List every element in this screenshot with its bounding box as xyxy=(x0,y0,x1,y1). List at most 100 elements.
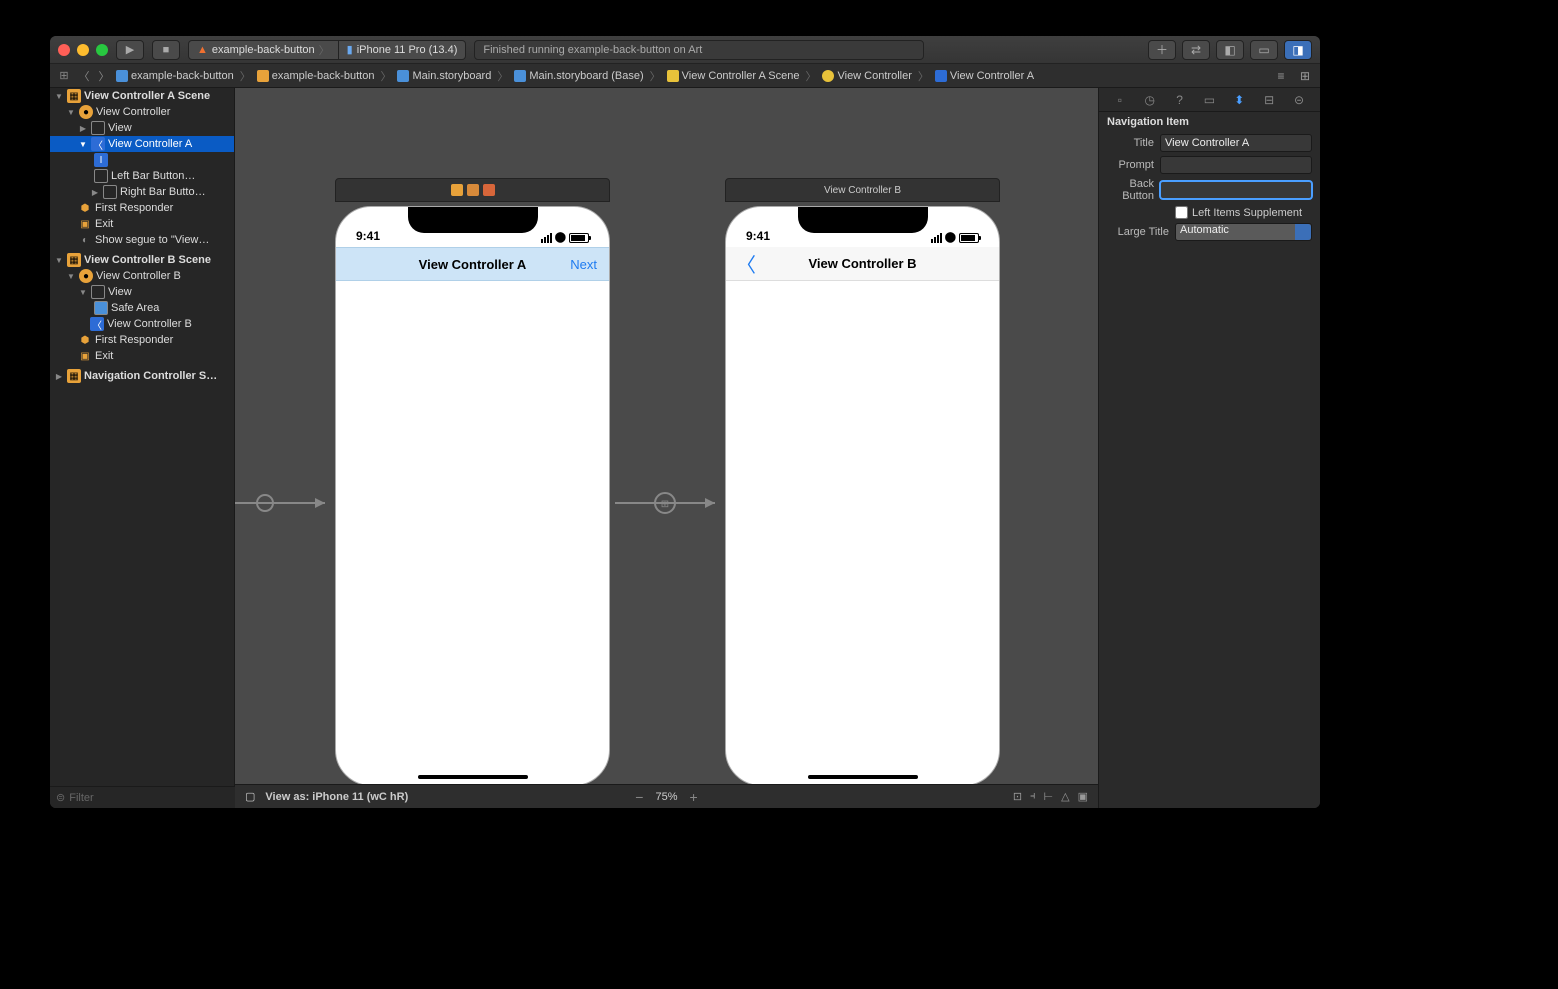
back-arrow-icon[interactable]: 〈 xyxy=(76,68,92,84)
segue-arrow-icon[interactable]: ⊞ xyxy=(615,488,725,518)
next-button[interactable]: Next xyxy=(570,257,597,272)
prompt-label: Prompt xyxy=(1107,159,1154,171)
filter-icon: ⊜ xyxy=(56,791,65,804)
library-button[interactable]: ＋ xyxy=(1148,40,1176,60)
phone-frame-b: 9:41 ⬤ 〈 View Controller B xyxy=(725,206,1000,784)
stop-button[interactable]: ■ xyxy=(152,40,180,60)
toggle-debug-button[interactable]: ▭ xyxy=(1250,40,1278,60)
outline-sub-i[interactable]: I xyxy=(50,152,234,168)
outline-exit-a[interactable]: ▣Exit xyxy=(50,216,234,232)
size-inspector-tab[interactable]: ⊟ xyxy=(1260,91,1278,109)
outline-first-responder-a[interactable]: ⬢First Responder xyxy=(50,200,234,216)
crumb-vc[interactable]: View Controller xyxy=(822,70,911,82)
resolve-icon[interactable]: △ xyxy=(1061,790,1069,803)
toggle-inspector-button[interactable]: ◨ xyxy=(1284,40,1312,60)
nav-title-b: View Controller B xyxy=(808,256,916,271)
crumb-project[interactable]: example-back-button xyxy=(116,70,234,82)
zoom-out-button[interactable]: − xyxy=(635,789,643,805)
minimize-icon[interactable] xyxy=(77,44,89,56)
scene-view-controller-b[interactable]: View Controller B 9:41 ⬤ 〈 View Controll… xyxy=(725,178,1000,784)
nav-title-a: View Controller A xyxy=(419,257,527,272)
outline-nav-scene[interactable]: ▶▦Navigation Controller S… xyxy=(50,368,234,384)
large-title-label: Large Title xyxy=(1107,226,1169,238)
outline-toggle-icon[interactable]: ≡ xyxy=(1272,67,1290,85)
large-title-select[interactable]: Automatic xyxy=(1175,223,1312,241)
close-icon[interactable] xyxy=(58,44,70,56)
outline-vc-a[interactable]: ▼●View Controller xyxy=(50,104,234,120)
outline-view-b[interactable]: ▼View xyxy=(50,284,234,300)
code-review-button[interactable]: ⇄ xyxy=(1182,40,1210,60)
toggle-navigator-button[interactable]: ◧ xyxy=(1216,40,1244,60)
time-label: 9:41 xyxy=(356,229,380,243)
embed-icon[interactable]: ⊡ xyxy=(1013,790,1022,803)
file-inspector-tab[interactable]: ▫ xyxy=(1111,91,1129,109)
notch-icon xyxy=(798,207,928,233)
crumb-storyboard-base[interactable]: Main.storyboard (Base) xyxy=(514,70,643,82)
zoom-in-button[interactable]: + xyxy=(690,789,698,805)
outline-scene-a[interactable]: ▼▦View Controller A Scene xyxy=(50,88,234,104)
outline-first-responder-b[interactable]: ⬢First Responder xyxy=(50,332,234,348)
scheme-device: iPhone 11 Pro (13.4) xyxy=(357,44,458,56)
outline-navitem-a[interactable]: ▼〈View Controller A xyxy=(50,136,234,152)
outline-navitem-b[interactable]: 〈View Controller B xyxy=(50,316,234,332)
title-field[interactable] xyxy=(1160,134,1312,152)
first-responder-icon xyxy=(467,184,479,196)
activity-status: Finished running example-back-button on … xyxy=(474,40,924,60)
scheme-selector[interactable]: ▲example-back-button〉 ▮iPhone 11 Pro (13… xyxy=(188,40,466,60)
history-inspector-tab[interactable]: ◷ xyxy=(1141,91,1159,109)
scene-header-b[interactable]: View Controller B xyxy=(725,178,1000,202)
outline-segue[interactable]: ◐Show segue to "View… xyxy=(50,232,234,248)
scene-view-controller-a[interactable]: 9:41 ⬤ View Controller A Next xyxy=(335,178,610,784)
view-as-label[interactable]: View as: iPhone 11 (wC hR) xyxy=(265,791,408,803)
outline-exit-b[interactable]: ▣Exit xyxy=(50,348,234,364)
related-items-icon[interactable]: ⊞ xyxy=(56,69,72,82)
back-chevron-icon[interactable]: 〈 xyxy=(736,249,756,278)
time-label: 9:41 xyxy=(746,229,770,243)
align-icon[interactable]: ⫞ xyxy=(1030,790,1036,803)
help-inspector-tab[interactable]: ? xyxy=(1171,91,1189,109)
outline-left-bar[interactable]: Left Bar Button… xyxy=(50,168,234,184)
left-items-supplement-label: Left Items Supplement xyxy=(1192,207,1302,219)
crumb-storyboard[interactable]: Main.storyboard xyxy=(397,70,491,82)
canvas-footer: ▢ View as: iPhone 11 (wC hR) − 75% + ⊡ ⫞… xyxy=(235,784,1098,808)
outline-scene-b[interactable]: ▼▦View Controller B Scene xyxy=(50,252,234,268)
svg-text:⊞: ⊞ xyxy=(661,499,669,510)
run-button[interactable]: ▶ xyxy=(116,40,144,60)
titlebar: ▶ ■ ▲example-back-button〉 ▮iPhone 11 Pro… xyxy=(50,36,1320,64)
inspector-panel: ▫ ◷ ? ▭ ⬍ ⊟ ⊝ Navigation Item Title Prom… xyxy=(1098,88,1320,808)
scene-header-a[interactable] xyxy=(335,178,610,202)
prompt-field[interactable] xyxy=(1160,156,1312,174)
crumb-folder[interactable]: example-back-button xyxy=(257,70,375,82)
pin-icon[interactable]: ⊢ xyxy=(1044,790,1054,803)
device-config-icon[interactable]: ▢ xyxy=(245,790,255,803)
main-area: ▼▦View Controller A Scene ▼●View Control… xyxy=(50,88,1320,808)
window-controls xyxy=(58,44,108,56)
entry-arrow-icon xyxy=(235,488,335,518)
outline-vc-b[interactable]: ▼●View Controller B xyxy=(50,268,234,284)
crumb-navitem[interactable]: View Controller A xyxy=(935,70,1034,82)
zoom-icon[interactable] xyxy=(96,44,108,56)
scene-b-title: View Controller B xyxy=(824,185,901,196)
home-indicator-icon xyxy=(418,775,528,779)
storyboard-canvas[interactable]: ⊞ 9:41 ⬤ xyxy=(235,88,1098,784)
canvas-wrap: ⊞ 9:41 ⬤ xyxy=(235,88,1098,808)
exit-icon xyxy=(483,184,495,196)
outline-filter[interactable]: ⊜ Filter xyxy=(50,786,235,808)
identity-inspector-tab[interactable]: ▭ xyxy=(1200,91,1218,109)
outline-right-bar[interactable]: ▶Right Bar Butto… xyxy=(50,184,234,200)
adjust-editor-icon[interactable]: ⊞ xyxy=(1296,67,1314,85)
outline-view-a[interactable]: ▶View xyxy=(50,120,234,136)
attributes-inspector-tab[interactable]: ⬍ xyxy=(1230,91,1248,109)
back-button-field[interactable] xyxy=(1160,181,1312,199)
xcode-window: ▶ ■ ▲example-back-button〉 ▮iPhone 11 Pro… xyxy=(50,36,1320,808)
forward-arrow-icon[interactable]: 〉 xyxy=(96,68,112,84)
home-indicator-icon xyxy=(808,775,918,779)
jump-bar: ⊞ 〈 〉 example-back-button〉 example-back-… xyxy=(50,64,1320,88)
embed-in-icon[interactable]: ▣ xyxy=(1078,790,1088,803)
left-items-supplement-checkbox[interactable] xyxy=(1175,206,1188,219)
zoom-level: 75% xyxy=(655,791,677,803)
outline-safe-area[interactable]: Safe Area xyxy=(50,300,234,316)
crumb-scene[interactable]: View Controller A Scene xyxy=(667,70,800,82)
inspector-tabs: ▫ ◷ ? ▭ ⬍ ⊟ ⊝ xyxy=(1099,88,1320,112)
connections-inspector-tab[interactable]: ⊝ xyxy=(1290,91,1308,109)
